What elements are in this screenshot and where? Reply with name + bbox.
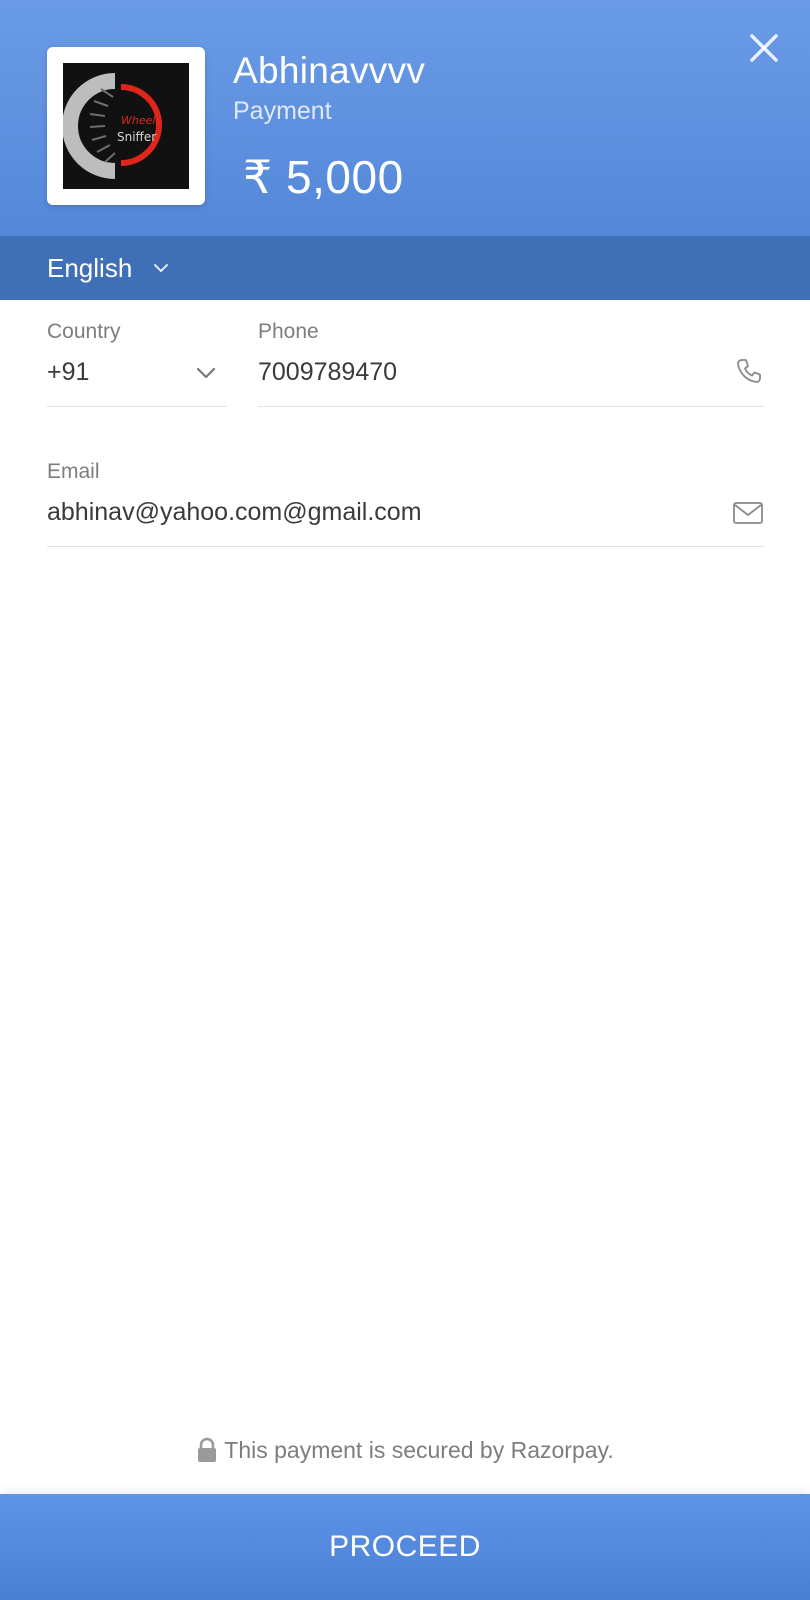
phone-field[interactable]: Phone 7009789470 bbox=[258, 320, 764, 408]
phone-icon bbox=[734, 356, 764, 386]
language-bar: English bbox=[0, 236, 810, 300]
close-button[interactable] bbox=[744, 28, 784, 68]
phone-underline bbox=[258, 406, 764, 407]
payment-amount: ₹ 5,000 bbox=[243, 151, 404, 203]
merchant-logo-image: Wheel Sniffer bbox=[63, 63, 189, 189]
chevron-down-icon bbox=[152, 259, 170, 277]
payment-description: Payment bbox=[233, 97, 332, 125]
phone-label: Phone bbox=[258, 320, 319, 343]
lock-icon bbox=[196, 1437, 218, 1463]
proceed-button-label: PROCEED bbox=[329, 1530, 481, 1563]
proceed-button[interactable]: PROCEED bbox=[0, 1494, 810, 1600]
security-note: This payment is secured by Razorpay. bbox=[0, 1432, 810, 1468]
email-underline bbox=[47, 546, 764, 547]
email-label: Email bbox=[47, 460, 100, 483]
email-field[interactable]: Email abhinav@yahoo.com@gmail.com bbox=[47, 460, 764, 548]
language-label: English bbox=[47, 252, 133, 283]
country-code-value: +91 bbox=[47, 358, 90, 386]
language-selector[interactable]: English bbox=[47, 236, 170, 300]
phone-input[interactable]: 7009789470 bbox=[258, 358, 397, 387]
country-code-select[interactable]: Country +91 bbox=[47, 320, 227, 408]
close-icon bbox=[750, 34, 778, 62]
chevron-down-icon bbox=[195, 362, 217, 384]
merchant-name: Abhinavvvv bbox=[233, 50, 426, 91]
merchant-logo: Wheel Sniffer bbox=[47, 47, 205, 205]
email-input[interactable]: abhinav@yahoo.com@gmail.com bbox=[47, 498, 422, 527]
svg-text:Sniffer: Sniffer bbox=[117, 130, 156, 144]
security-note-text: This payment is secured by Razorpay. bbox=[224, 1436, 614, 1463]
country-label: Country bbox=[47, 320, 121, 343]
mail-icon bbox=[732, 500, 764, 526]
svg-text:Wheel: Wheel bbox=[121, 114, 155, 127]
wheel-sniffer-logo: Wheel Sniffer bbox=[63, 73, 162, 179]
country-underline bbox=[47, 406, 227, 407]
